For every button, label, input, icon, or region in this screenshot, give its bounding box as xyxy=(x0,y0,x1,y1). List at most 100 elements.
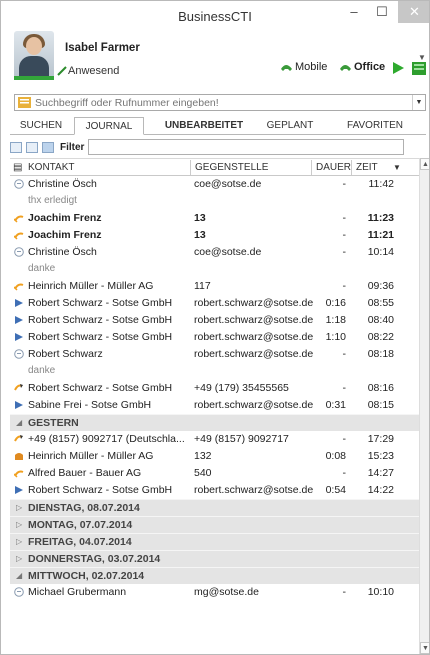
search-input[interactable] xyxy=(35,95,412,110)
duration-cell: - xyxy=(342,433,347,445)
minimize-button[interactable]: – xyxy=(340,1,368,23)
yesterday-section: +49 (8157) 9092717 (Deutschla... +49 (815… xyxy=(10,431,419,499)
presence-icon[interactable] xyxy=(57,66,67,76)
duration-cell: - xyxy=(342,382,347,394)
remote-cell: 132 xyxy=(194,450,212,462)
list-item[interactable]: +49 (8157) 9092717 (Deutschla... +49 (815… xyxy=(10,431,419,448)
office-line-button[interactable]: Office xyxy=(339,61,385,73)
time-cell: 08:15 xyxy=(367,399,394,411)
mobile-line-label: Mobile xyxy=(295,61,328,73)
time-cell: 10:10 xyxy=(367,586,394,598)
dialpad-icon[interactable] xyxy=(412,62,426,75)
scroll-down-icon[interactable]: ▼ xyxy=(420,642,429,654)
tab-journal[interactable]: JOURNAL xyxy=(74,117,144,135)
outgoing-call-icon xyxy=(14,383,24,393)
remote-cell: mg@sotse.de xyxy=(194,586,259,598)
list-item[interactable]: Michael Grubermann mg@sotse.de - 10:10 xyxy=(10,584,419,601)
scroll-up-icon[interactable]: ▲ xyxy=(420,158,429,170)
contact-cell: Joachim Frenz xyxy=(28,229,102,241)
duration-cell: - xyxy=(342,246,347,258)
missed-call-icon xyxy=(13,230,24,240)
search-box: ▼ xyxy=(14,94,426,111)
list-item[interactable]: Robert Schwarz - Sotse GmbH robert.schwar… xyxy=(10,482,419,499)
chat-icon xyxy=(14,587,24,597)
date-group[interactable]: ▷ DONNERSTAG, 03.07.2014 xyxy=(10,550,419,567)
column-time[interactable]: ZEIT xyxy=(356,162,378,173)
contact-cell: Heinrich Müller - Müller AG xyxy=(28,450,154,462)
duration-cell: - xyxy=(342,178,347,190)
office-line-label: Office xyxy=(354,61,386,73)
collapsed-triangle-icon: ▷ xyxy=(16,520,23,529)
avatar[interactable] xyxy=(14,31,54,79)
tab-bar: SUCHEN JOURNAL UNBEARBEITET GEPLANT FAVO… xyxy=(10,117,426,135)
vertical-scrollbar[interactable]: ▲ ▼ xyxy=(419,158,429,654)
wednesday-section: Michael Grubermann mg@sotse.de - 10:10 xyxy=(10,584,419,601)
list-item[interactable]: Christine Ösch coe@sotse.de - 11:42 thx erle… xyxy=(10,176,419,210)
app-window: BusinessCTI – ☐ ✕ Isabel Farmer Anwesend… xyxy=(0,0,430,655)
column-header: ▤ KONTAKT GEGENSTELLE DAUER ZEIT ▼ xyxy=(10,158,419,176)
collapsed-triangle-icon: ▷ xyxy=(16,554,23,563)
user-panel: Isabel Farmer Anwesend ▼ Mobile Office xyxy=(1,31,429,83)
list-item[interactable]: Joachim Frenz 13 - 11:23 xyxy=(10,210,419,227)
column-options-icon[interactable]: ▤ xyxy=(13,162,22,173)
grid-view-icon[interactable] xyxy=(26,141,38,153)
column-remote[interactable]: GEGENSTELLE xyxy=(195,162,268,173)
tab-geplant[interactable]: GEPLANT xyxy=(258,117,322,135)
time-cell: 08:22 xyxy=(367,331,394,343)
detail-view-icon[interactable] xyxy=(42,141,54,153)
duration-cell: - xyxy=(342,280,347,292)
list-view-icon[interactable] xyxy=(10,141,22,153)
search-dropdown-button[interactable]: ▼ xyxy=(412,95,425,110)
contact-cell: Robert Schwarz - Sotse GmbH xyxy=(28,382,173,394)
column-contact[interactable]: KONTAKT xyxy=(28,162,74,173)
list-item[interactable]: Joachim Frenz 13 - 11:21 xyxy=(10,227,419,244)
user-status[interactable]: Anwesend xyxy=(68,65,119,77)
sort-desc-icon[interactable]: ▼ xyxy=(393,163,401,172)
duration-cell: 0:54 xyxy=(325,484,346,496)
list-item[interactable]: Heinrich Müller - Müller AG 132 0:08 15:23 xyxy=(10,448,419,465)
tab-suchen[interactable]: SUCHEN xyxy=(10,117,72,135)
chat-icon xyxy=(14,349,24,359)
collapsed-triangle-icon: ▷ xyxy=(16,537,23,546)
group-wednesday[interactable]: ◢ MITTWOCH, 02.07.2014 xyxy=(10,567,419,584)
play-icon[interactable] xyxy=(391,61,405,75)
list-item[interactable]: Robert Schwarz - Sotse GmbH robert.schwar… xyxy=(10,295,419,312)
collapse-arrow-icon[interactable]: ▼ xyxy=(418,53,426,62)
chat-icon xyxy=(14,247,24,257)
duration-cell: - xyxy=(342,212,347,224)
remote-cell: +49 (179) 35455565 xyxy=(194,382,289,394)
video-icon xyxy=(14,298,24,308)
contact-cell: Michael Grubermann xyxy=(28,586,127,598)
contact-cell: Robert Schwarz - Sotse GmbH xyxy=(28,484,173,496)
date-group[interactable]: ▷ MONTAG, 07.07.2014 xyxy=(10,516,419,533)
date-group[interactable]: ▷ FREITAG, 04.07.2014 xyxy=(10,533,419,550)
list-item[interactable]: Heinrich Müller - Müller AG 117 - 09:36 xyxy=(10,278,419,295)
close-button[interactable]: ✕ xyxy=(398,1,429,23)
contact-cell: Heinrich Müller - Müller AG xyxy=(28,280,154,292)
contact-cell: Robert Schwarz - Sotse GmbH xyxy=(28,297,173,309)
outgoing-call-icon xyxy=(14,434,24,444)
time-cell: 11:42 xyxy=(368,178,395,190)
list-item[interactable]: Alfred Bauer - Bauer AG 540 - 14:27 xyxy=(10,465,419,482)
list-item[interactable]: Robert Schwarz robert.schwarz@sotse.de - 08… xyxy=(10,346,419,380)
time-cell: 17:29 xyxy=(367,433,394,445)
phone-icon xyxy=(281,65,292,71)
contact-cell: +49 (8157) 9092717 (Deutschla... xyxy=(28,433,185,445)
duration-cell: - xyxy=(342,348,347,360)
list-item[interactable]: Sabine Frei - Sotse GmbH robert.schwarz@s… xyxy=(10,397,419,414)
list-item[interactable]: Robert Schwarz - Sotse GmbH +49 (179) 354… xyxy=(10,380,419,397)
list-item[interactable]: Robert Schwarz - Sotse GmbH robert.schwar… xyxy=(10,329,419,346)
group-yesterday[interactable]: ◢ GESTERN xyxy=(10,414,419,431)
date-group[interactable]: ▷ DIENSTAG, 08.07.2014 xyxy=(10,499,419,516)
mobile-line-button[interactable]: Mobile xyxy=(280,61,327,73)
collapsed-triangle-icon: ▷ xyxy=(16,503,23,512)
chat-icon xyxy=(14,179,24,189)
list-item[interactable]: Christine Ösch coe@sotse.de - 10:14 danke xyxy=(10,244,419,278)
list-item[interactable]: Robert Schwarz - Sotse GmbH robert.schwar… xyxy=(10,312,419,329)
maximize-button[interactable]: ☐ xyxy=(368,1,396,23)
column-duration[interactable]: DAUER xyxy=(316,162,351,173)
tab-unbearbeitet[interactable]: UNBEARBEITET xyxy=(158,117,250,135)
filter-input[interactable] xyxy=(88,139,405,155)
duration-cell: 1:10 xyxy=(325,331,346,343)
tab-favoriten[interactable]: FAVORITEN xyxy=(332,117,418,135)
